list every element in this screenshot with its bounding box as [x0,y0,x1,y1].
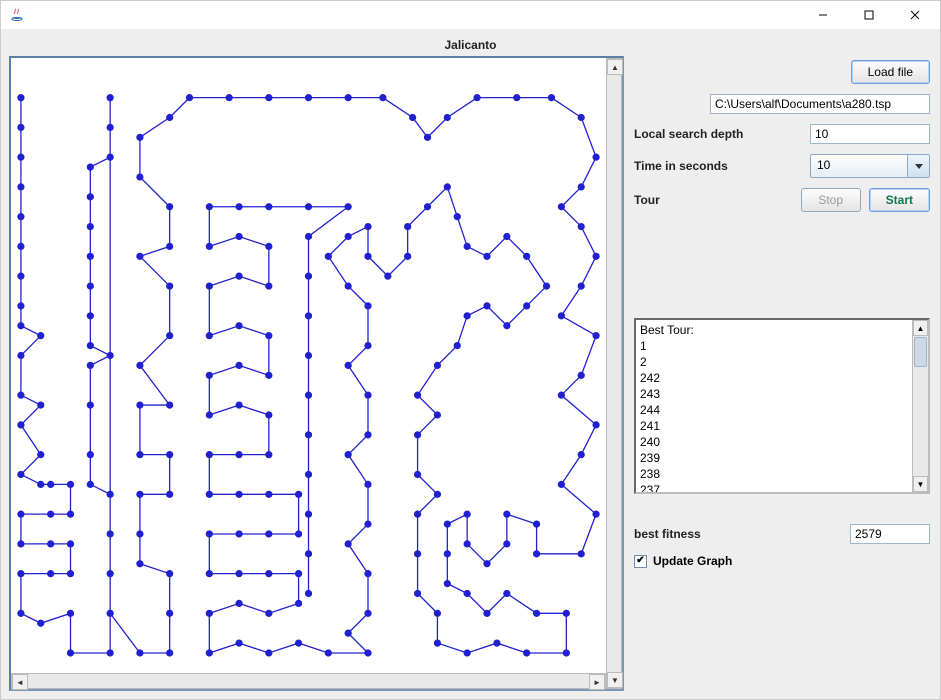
graph-panel: ◄ ► ▲ ▼ [9,56,624,691]
graph-v-scrollbar[interactable]: ▲ ▼ [606,58,622,689]
best-fitness-field[interactable] [850,524,930,544]
scroll-down-icon[interactable]: ▼ [607,672,623,688]
content-area: Jalicanto ◄ ► [1,30,940,699]
scroll-up-icon[interactable]: ▲ [913,320,928,336]
close-button[interactable] [892,1,938,29]
time-label: Time in seconds [634,159,802,173]
check-icon: ✔ [636,556,644,566]
tour-graph-canvas [11,58,606,673]
stop-button[interactable]: Stop [801,188,861,212]
scroll-up-icon[interactable]: ▲ [607,59,623,75]
time-seconds-value: 10 [811,155,907,177]
scroll-thumb[interactable] [914,337,927,367]
app-title: Jalicanto [9,36,932,56]
tour-log-text: Best Tour: 1 2 242 243 244 241 240 239 2… [636,320,912,492]
scroll-down-icon[interactable]: ▼ [913,476,928,492]
app-window: Jalicanto ◄ ► [0,0,941,700]
checkbox-box[interactable]: ✔ [634,555,647,568]
local-search-depth-field[interactable] [810,124,930,144]
start-button[interactable]: Start [869,188,930,212]
graph-h-scrollbar[interactable]: ◄ ► [11,673,606,689]
minimize-button[interactable] [800,1,846,29]
time-seconds-combo[interactable]: 10 [810,154,930,178]
tour-log-area[interactable]: Best Tour: 1 2 242 243 244 241 240 239 2… [634,318,930,494]
tour-label: Tour [634,193,793,207]
java-icon [9,7,25,23]
maximize-button[interactable] [846,1,892,29]
file-path-field[interactable] [710,94,930,114]
load-file-button[interactable]: Load file [851,60,930,84]
scroll-right-icon[interactable]: ► [589,674,605,690]
scroll-left-icon[interactable]: ◄ [12,674,28,690]
local-search-label: Local search depth [634,127,802,141]
titlebar [1,1,940,30]
control-panel: Load file Local search depth Time in sec… [632,56,932,691]
update-graph-label: Update Graph [653,554,732,568]
chevron-down-icon[interactable] [907,155,929,177]
log-scrollbar[interactable]: ▲ ▼ [912,320,928,492]
update-graph-checkbox[interactable]: ✔ Update Graph [634,554,930,568]
best-fitness-label: best fitness [634,527,842,541]
